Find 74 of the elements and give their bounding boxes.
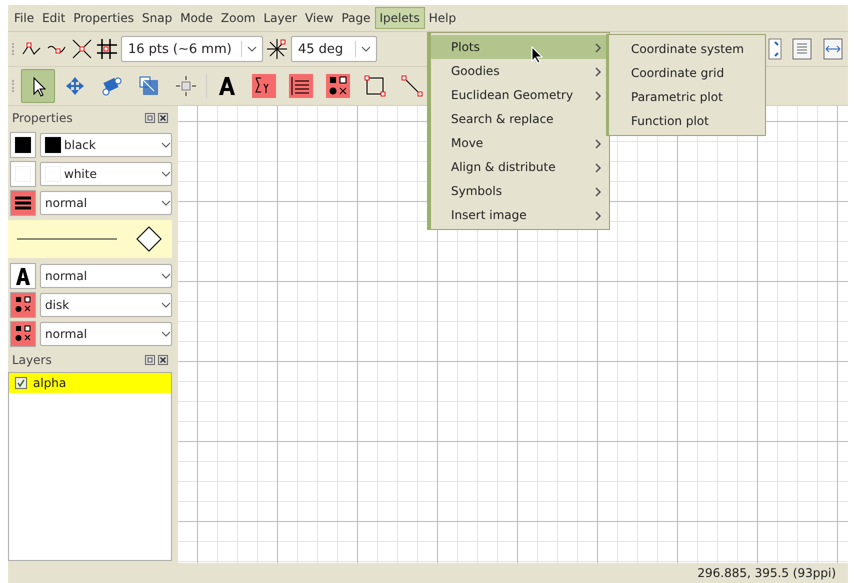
panel-title: Properties [12, 111, 73, 125]
formula-icon [252, 74, 276, 98]
close-icon[interactable] [158, 113, 168, 123]
menu-item[interactable]: File [10, 8, 38, 28]
menu-item[interactable]: Parametric plot [609, 85, 765, 109]
text-size-icon [13, 266, 33, 286]
marks-icon [326, 74, 350, 98]
float-icon[interactable] [145, 355, 155, 365]
arrow-shape-icon[interactable] [135, 225, 163, 253]
menu-item[interactable]: Mode [176, 8, 217, 28]
color-dropdown[interactable]: black [40, 132, 172, 156]
menu-item[interactable]: Snap [138, 8, 176, 28]
menu-item[interactable]: Euclidean Geometry [431, 83, 609, 107]
rectangle-icon [363, 74, 387, 98]
float-icon[interactable] [145, 113, 155, 123]
textsize-dropdown[interactable]: normal [40, 264, 172, 288]
close-icon[interactable] [158, 355, 168, 365]
chevron-down-icon [161, 198, 171, 206]
menu-item[interactable]: Insert image [431, 203, 609, 227]
grid-icon[interactable] [96, 38, 118, 60]
pen-dropdown[interactable]: normal [40, 190, 172, 214]
cursor-tool-button[interactable] [21, 69, 55, 103]
menu-item[interactable]: Symbols [431, 179, 609, 203]
document-icon[interactable] [792, 38, 812, 60]
angle-dropdown[interactable]: 45 deg [291, 36, 377, 62]
layer-name[interactable]: alpha [33, 376, 66, 390]
menu-item[interactable]: View [300, 8, 338, 28]
chevron-down-icon [161, 330, 171, 338]
menu-item[interactable]: Zoom [216, 8, 260, 28]
color-swatch-button[interactable] [10, 160, 36, 186]
mark-shape-button[interactable] [10, 292, 36, 318]
panel-title: Layers [12, 353, 52, 367]
menu-item[interactable]: Layer [260, 8, 301, 28]
angle-snap-icon[interactable] [266, 38, 288, 60]
paragraph-icon [289, 74, 313, 98]
markshape-dropdown[interactable]: disk [40, 292, 172, 316]
menu-item[interactable]: Coordinate grid [609, 61, 765, 85]
check-icon [17, 379, 25, 387]
coordinates-text: 296.885, 395.5 (93ppi) [697, 566, 836, 580]
intersection-icon[interactable] [71, 38, 93, 60]
mouse-cursor-icon [531, 46, 543, 63]
chevron-down-icon [361, 45, 371, 53]
stretch-icon [137, 74, 161, 98]
menu-item[interactable]: Move [431, 131, 609, 155]
pan-icon [174, 74, 198, 98]
menu-item[interactable]: Edit [38, 8, 70, 28]
page-width-icon[interactable] [822, 38, 844, 60]
menu-item[interactable]: Plots [431, 35, 609, 59]
grid-size-dropdown[interactable]: 16 pts (~6 mm) [121, 36, 263, 62]
mark-shape-icon [13, 294, 33, 314]
line-icon [400, 74, 424, 98]
color-dropdown[interactable]: white [40, 162, 172, 186]
menu-item[interactable]: Align & distribute [431, 155, 609, 179]
menu-item[interactable]: Page [337, 8, 375, 28]
mark-size-button[interactable] [10, 320, 36, 346]
menu-item[interactable]: Help [424, 8, 460, 28]
chevron-down-icon [161, 272, 171, 280]
mark-size-icon [13, 324, 33, 344]
menu-item[interactable]: Coordinate system [609, 37, 765, 61]
color-swatch-button[interactable] [10, 132, 36, 158]
line-style-icon[interactable] [17, 237, 117, 241]
layer-checkbox[interactable] [15, 377, 27, 389]
menu-item[interactable]: Search & replace [431, 107, 609, 131]
menu-item[interactable]: Properties [69, 8, 138, 28]
marksize-dropdown[interactable]: normal [40, 322, 172, 346]
chevron-down-icon [247, 45, 257, 53]
menu-item[interactable]: Ipelets [374, 7, 425, 29]
chevron-down-icon [161, 300, 171, 308]
pen-width-button[interactable] [10, 190, 36, 216]
menu-item[interactable]: Goodies [431, 59, 609, 83]
chevron-down-icon [161, 140, 171, 148]
menu-item[interactable]: Function plot [609, 109, 765, 133]
text-size-button[interactable] [10, 262, 36, 288]
chevron-down-icon [161, 170, 171, 178]
